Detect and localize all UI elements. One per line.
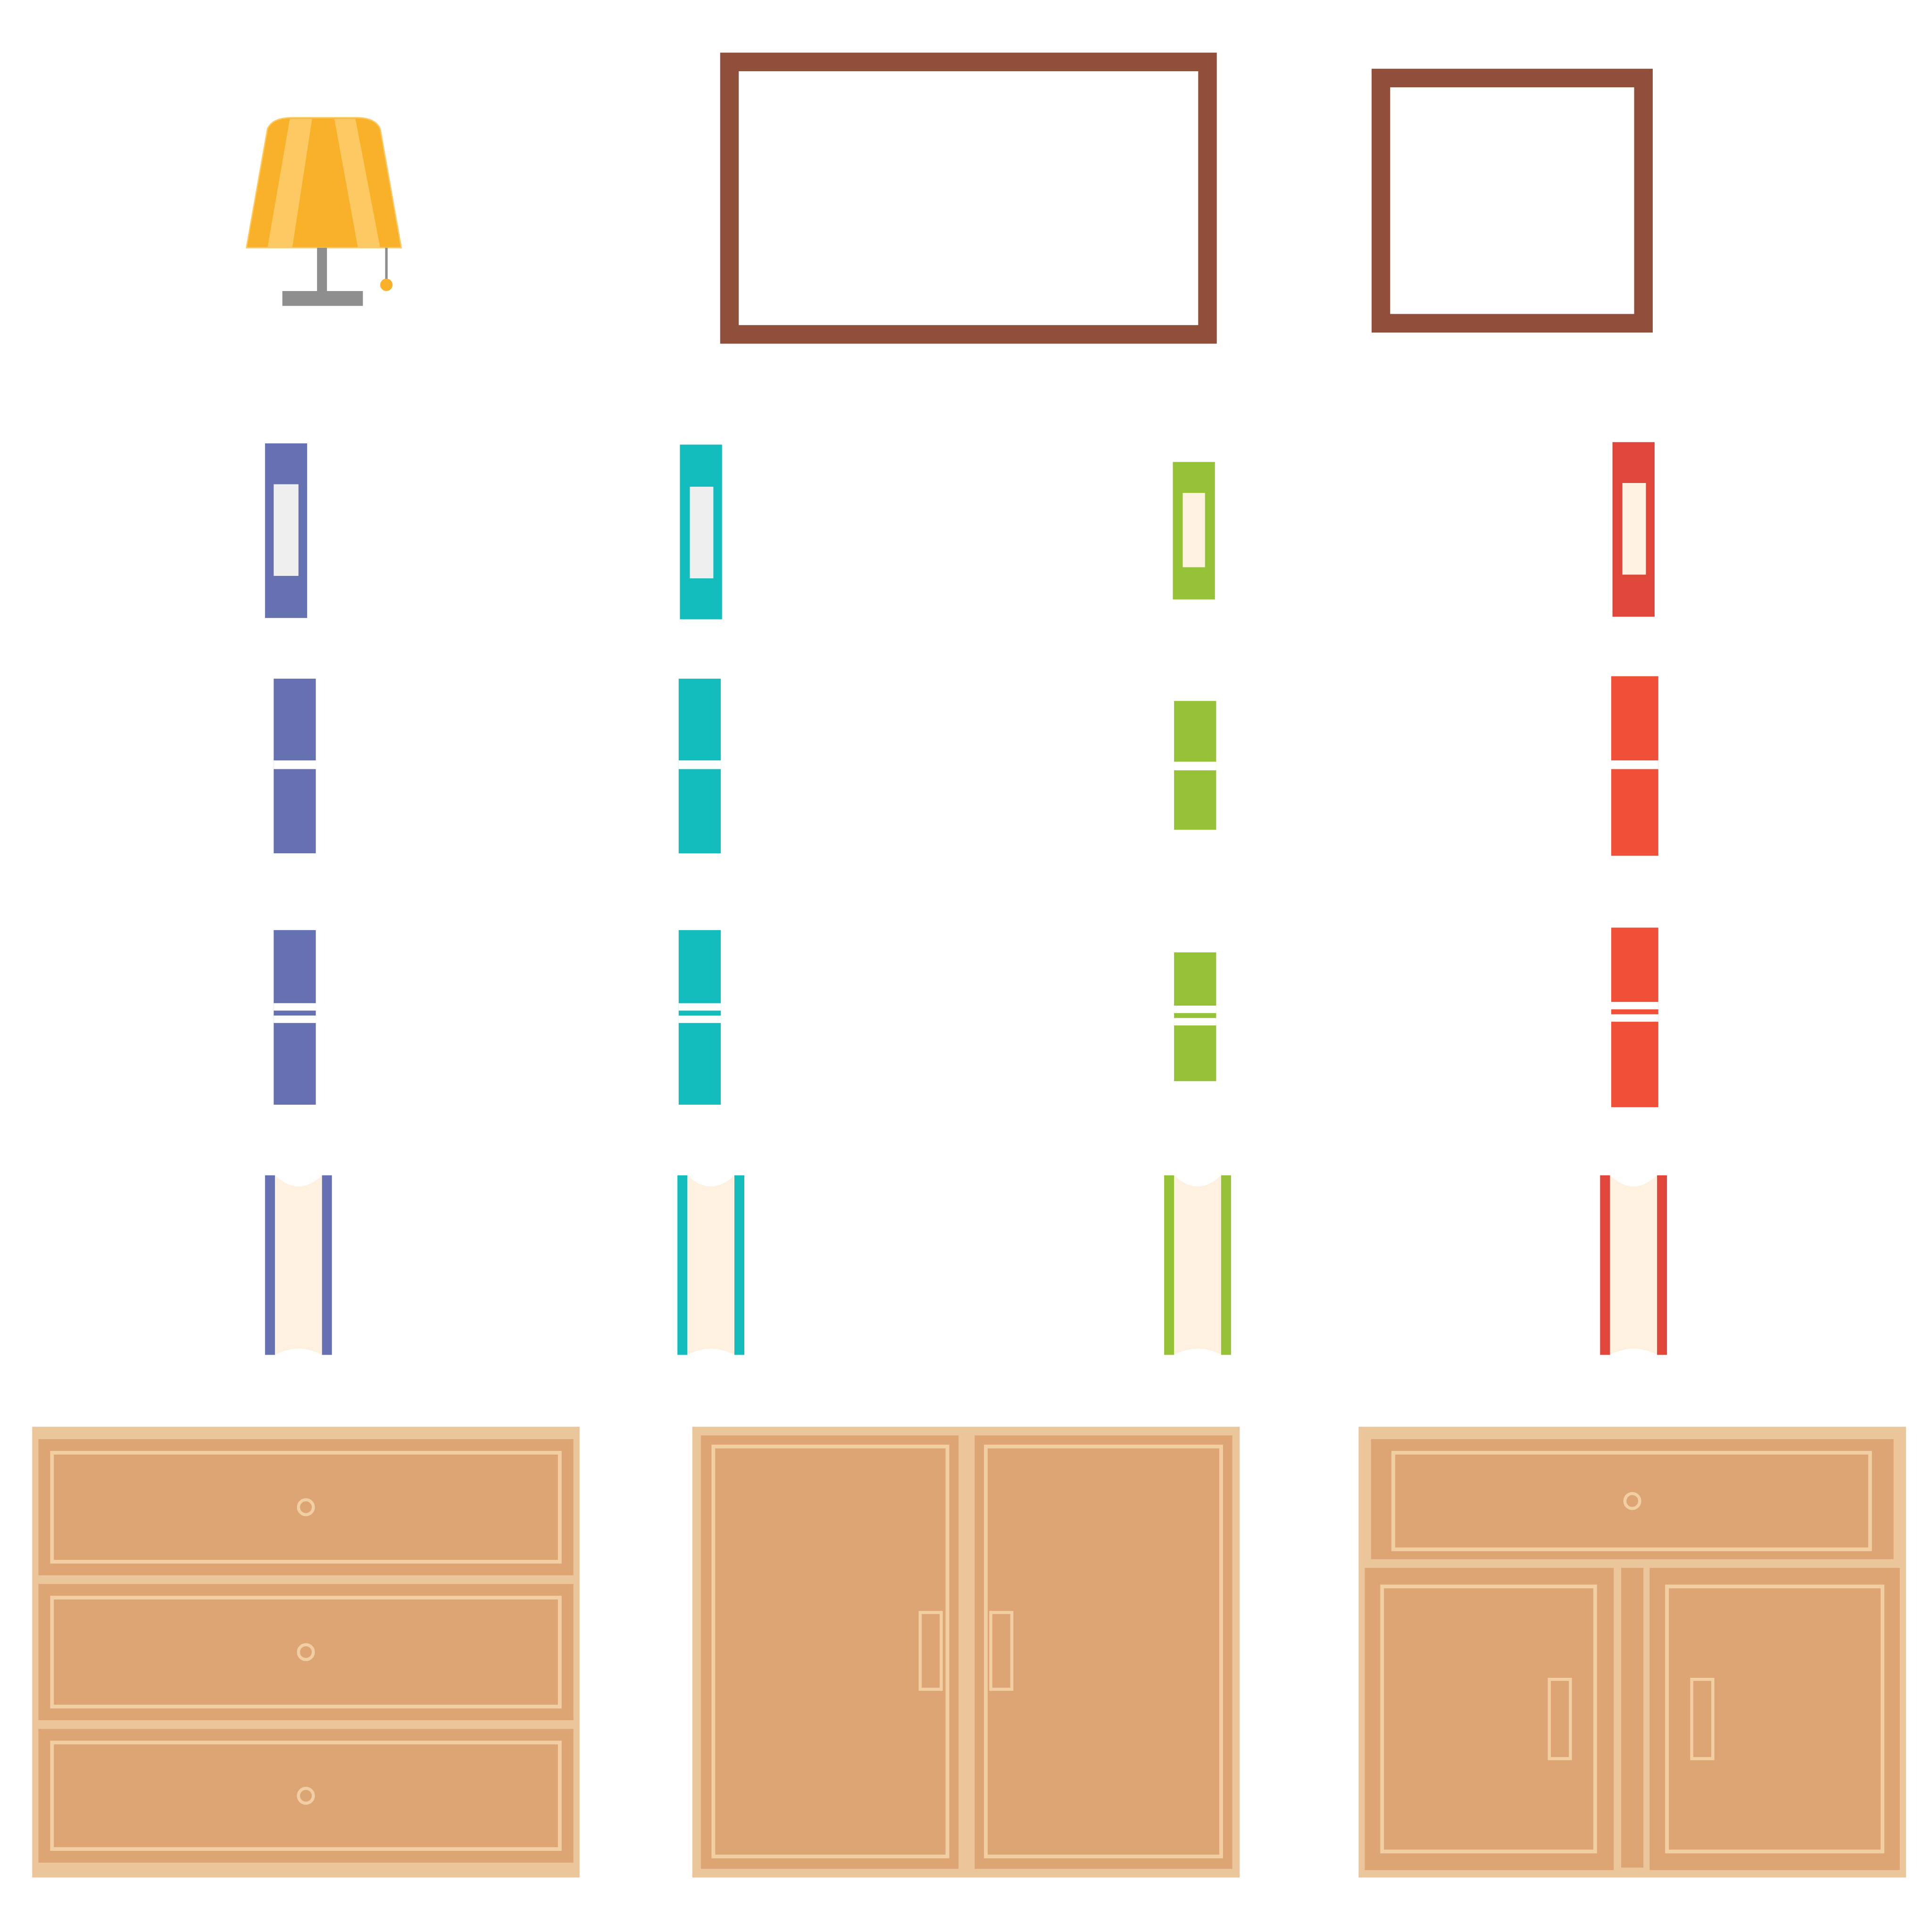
book-cover-right [1657,1175,1667,1355]
three-drawer-chest-icon [32,1426,580,1878]
book-band [1611,1002,1658,1009]
book-pages [1174,1175,1221,1355]
book-band [274,760,316,769]
clipart-sheet [0,0,1932,1932]
book-band [678,760,721,769]
book-band [1611,1014,1658,1022]
drawer-front [38,1729,574,1863]
book_teal-open-pages-book-icon [677,1175,745,1355]
book_red-open-pages-book-icon [1600,1175,1667,1355]
book-band [1174,1018,1216,1026]
drawer-front [38,1439,574,1575]
left-door [1365,1568,1614,1870]
clipart-canvas [32,52,1906,1878]
book-band [274,1016,316,1023]
drawer-front [38,1584,574,1721]
book-pages [1610,1175,1657,1355]
small-picture-frame-icon [1371,68,1653,333]
book-pages [687,1175,735,1355]
book-label [274,484,299,576]
book_green-open-pages-book-icon [1164,1175,1231,1355]
wide-picture-frame-icon [720,52,1217,344]
book-label [1622,483,1646,575]
right-door [1649,1568,1900,1870]
book-cover-left [265,1175,275,1355]
center-post [1621,1568,1644,1868]
two-door-cabinet-icon [692,1426,1240,1878]
book-cover-right [1221,1175,1231,1355]
top-drawer [1371,1439,1894,1559]
book-cover-left [1600,1175,1610,1355]
book-band [1174,1006,1216,1013]
book-label [690,486,714,579]
book-cover-left [677,1175,688,1355]
book-pages [275,1175,322,1355]
drawer-and-door-cabinet-icon [1358,1426,1906,1878]
book-cover-left [1164,1175,1174,1355]
book-cover-right [734,1175,745,1355]
book-band [678,1003,721,1011]
book-band [1174,761,1216,771]
books-group [265,442,1667,1355]
book-band [678,1016,721,1023]
book-label [1183,493,1205,567]
book_green-double-band-book-icon [1174,952,1216,1082]
book-band [1611,760,1658,769]
book-cover-right [322,1175,332,1355]
book-band [274,1003,316,1011]
table-lamp-icon [245,117,402,306]
book_blue-open-pages-book-icon [265,1175,332,1355]
